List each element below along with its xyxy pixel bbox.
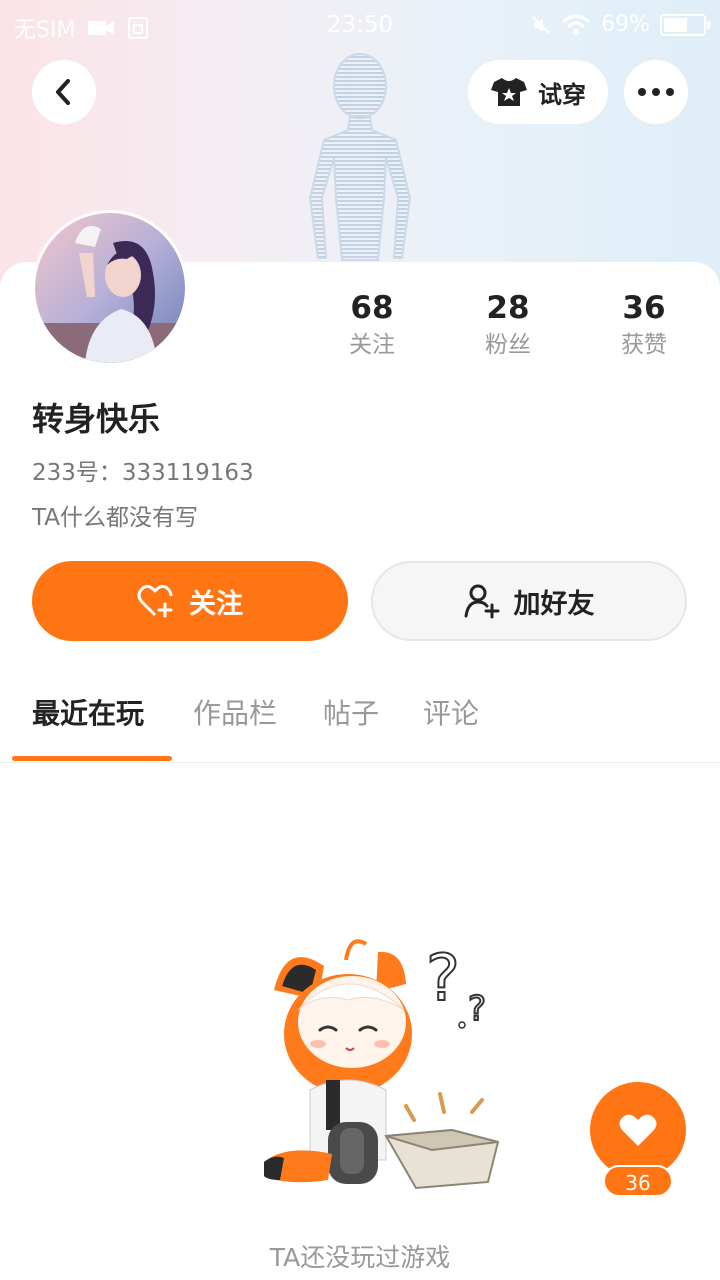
avatar-image — [35, 213, 185, 363]
mute-icon — [532, 15, 550, 34]
stat-value: 68 — [350, 290, 394, 326]
stat-label: 关注 — [349, 332, 395, 358]
chevron-left-icon — [56, 79, 70, 105]
like-count-badge: 36 — [603, 1165, 673, 1197]
more-options-button[interactable] — [624, 60, 688, 124]
stat-following[interactable]: 68 关注 — [312, 290, 432, 360]
follow-label: 关注 — [189, 588, 243, 620]
user-id: 233号：333119163 — [32, 460, 254, 486]
battery-percent: 69% — [601, 12, 650, 37]
stat-value: 28 — [486, 290, 530, 326]
user-avatar[interactable] — [32, 210, 188, 366]
status-bar: 无SIM 23:50 69% — [0, 0, 720, 50]
active-tab-indicator — [12, 756, 172, 761]
like-button[interactable] — [590, 1082, 686, 1178]
back-button[interactable] — [32, 60, 96, 124]
user-bio: TA什么都没有写 — [32, 505, 198, 531]
tab-works[interactable]: 作品栏 — [193, 690, 277, 738]
tshirt-icon — [491, 78, 527, 106]
battery-icon — [660, 13, 710, 36]
tab-comments[interactable]: 评论 — [423, 690, 479, 738]
svg-text:?: ? — [426, 942, 460, 1016]
stat-likes-received[interactable]: 36 获赞 — [584, 290, 704, 360]
empty-state-illustration: ? ? — [264, 939, 500, 1190]
heart-plus-icon — [137, 584, 173, 618]
stat-followers[interactable]: 28 粉丝 — [448, 290, 568, 360]
add-friend-button[interactable]: 加好友 — [371, 561, 687, 641]
stat-label: 获赞 — [621, 332, 667, 358]
profile-tabs: 最近在玩 作品栏 帖子 评论 — [0, 690, 720, 763]
try-on-button[interactable]: 试穿 — [468, 60, 608, 124]
stat-label: 粉丝 — [485, 332, 531, 358]
avatar-3d-figure — [308, 53, 412, 261]
wifi-icon — [562, 14, 591, 35]
try-on-label: 试穿 — [538, 80, 586, 109]
add-friend-label: 加好友 — [513, 588, 595, 620]
user-nickname: 转身快乐 — [32, 400, 161, 438]
tab-posts[interactable]: 帖子 — [323, 690, 379, 738]
follow-button[interactable]: 关注 — [32, 561, 348, 641]
svg-text:?: ? — [468, 989, 486, 1029]
add-user-icon — [464, 584, 499, 619]
battery-level-fill — [664, 17, 688, 32]
more-dots-icon — [638, 88, 674, 96]
tab-recently-played[interactable]: 最近在玩 — [32, 690, 144, 738]
stat-value: 36 — [622, 290, 666, 326]
heart-icon — [619, 1114, 657, 1146]
empty-state-text: TA还没玩过游戏 — [269, 1243, 451, 1272]
